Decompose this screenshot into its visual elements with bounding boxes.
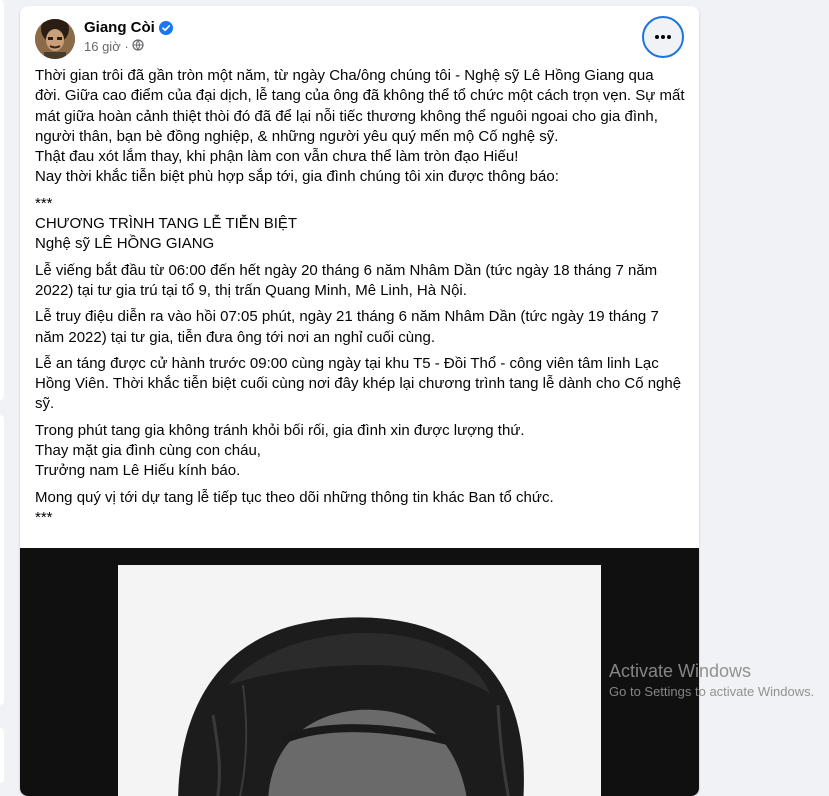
- post-photo[interactable]: [20, 548, 699, 796]
- post-paragraph: Lễ truy điệu diễn ra vào hồi 07:05 phút,…: [35, 308, 659, 346]
- post-paragraph: *** CHƯƠNG TRÌNH TANG LỄ TIỄN BIỆT Nghệ …: [35, 194, 298, 253]
- post-paragraph: Thời gian trôi đã gần tròn một năm, từ n…: [35, 67, 685, 186]
- left-card: [0, 415, 4, 705]
- post-paragraph: Lễ viếng bắt đầu từ 06:00 đến hết ngày 2…: [35, 261, 658, 299]
- author-name-row: Giang Còi: [84, 19, 173, 36]
- post-paragraph: Mong quý vị tới dự tang lễ tiếp tục theo…: [35, 488, 554, 526]
- post-timestamp[interactable]: 16 giờ ·: [84, 39, 129, 54]
- post-paragraph: Lễ an táng được cử hành trước 09:00 cùng…: [35, 354, 682, 413]
- avatar-image: [35, 19, 75, 59]
- portrait-photo: [118, 565, 601, 796]
- post-header: Giang Còi 16 giờ ·: [20, 6, 699, 66]
- globe-icon: [132, 39, 144, 54]
- left-card: [0, 0, 4, 400]
- left-card: [0, 728, 4, 783]
- post-meta: 16 giờ ·: [84, 39, 144, 54]
- more-options-button[interactable]: [642, 16, 684, 58]
- feed-post: Giang Còi 16 giờ · Thời gian trôi đã gần…: [20, 6, 699, 796]
- portrait-image: [118, 565, 601, 796]
- more-options-icon: [655, 35, 671, 39]
- author-name[interactable]: Giang Còi: [84, 19, 155, 36]
- post-text: Thời gian trôi đã gần tròn một năm, từ n…: [35, 66, 687, 528]
- left-column-edge: [0, 0, 6, 783]
- post-paragraph: Trong phút tang gia không tránh khỏi bối…: [35, 421, 525, 480]
- author-avatar[interactable]: [35, 19, 75, 59]
- verified-badge-icon: [158, 20, 173, 35]
